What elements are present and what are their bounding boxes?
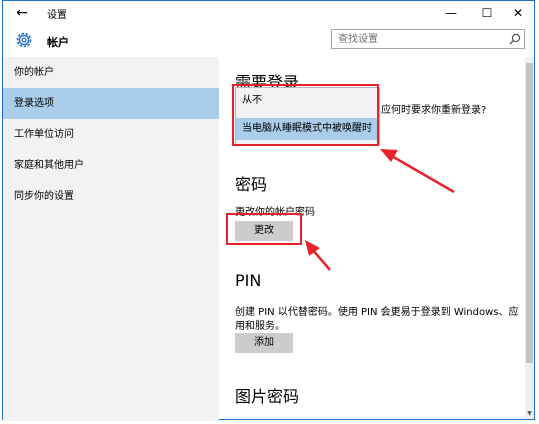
dropdown-option-never[interactable]: 从不	[236, 90, 379, 112]
password-description: 更改你的帐户密码	[235, 207, 315, 218]
window-title: 设置	[47, 10, 67, 21]
sidebar-item-family-users[interactable]: 家庭和其他用户	[3, 150, 219, 181]
dropdown-option-on-wake[interactable]: 当电脑从睡眠模式中被唤醒时	[236, 118, 379, 140]
title-bar: ← 设置 — ☐ ✕	[3, 1, 534, 25]
sign-in-question: 应何时要求你重新登录?	[381, 105, 487, 116]
pin-description-line2: 用和服务。	[235, 321, 285, 332]
back-arrow-icon[interactable]: ←	[13, 4, 31, 22]
pin-description-line1: 创建 PIN 以代替密码。使用 PIN 会更易于登录到 Windows、应	[235, 307, 519, 318]
sign-in-dropdown-list[interactable]: 从不 当电脑从睡眠模式中被唤醒时	[235, 87, 380, 145]
scrollbar-thumb[interactable]	[526, 63, 533, 363]
search-icon[interactable]	[508, 32, 522, 46]
sidebar-item-work-access[interactable]: 工作单位访问	[3, 119, 219, 150]
sidebar: 你的帐户 登录选项 工作单位访问 家庭和其他用户 同步你的设置	[3, 57, 219, 421]
gear-icon	[16, 32, 32, 48]
minimize-button[interactable]: —	[433, 1, 469, 25]
sidebar-item-sign-in-options[interactable]: 登录选项	[3, 88, 219, 119]
page-header: 帐户	[3, 25, 534, 57]
add-pin-button[interactable]: 添加	[235, 333, 293, 353]
change-password-button[interactable]: 更改	[235, 221, 293, 241]
sidebar-item-sync-settings[interactable]: 同步你的设置	[3, 181, 219, 212]
search-box[interactable]	[331, 29, 525, 49]
settings-window: ← 设置 — ☐ ✕ 帐户 你的帐户 登录选项 工作单位访问 家庭和其他用户 同…	[2, 0, 535, 421]
section-heading-password: 密码	[235, 175, 268, 194]
scroll-down-arrow-icon[interactable]: ▼	[525, 409, 534, 419]
section-heading-picture-password: 图片密码	[235, 387, 300, 406]
close-button[interactable]: ✕	[500, 1, 536, 25]
search-input[interactable]	[338, 32, 498, 46]
scrollbar[interactable]: ▼	[525, 57, 534, 419]
page-title: 帐户	[47, 36, 69, 49]
sidebar-item-your-account[interactable]: 你的帐户	[3, 57, 219, 88]
section-heading-pin: PIN	[235, 271, 262, 290]
